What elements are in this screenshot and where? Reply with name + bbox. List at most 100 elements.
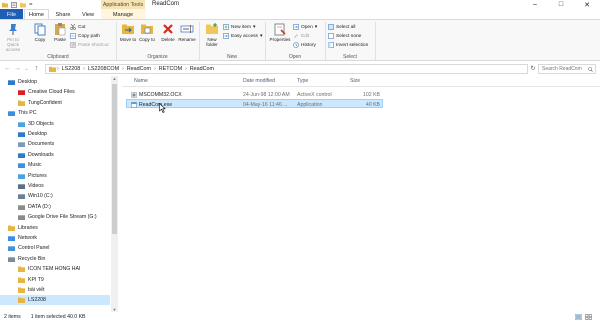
sidebar-item[interactable]: Music [0,160,110,170]
edit-icon [294,34,298,38]
sidebar-item[interactable]: Videos [0,181,110,191]
sidebar-item[interactable]: Downloads [0,150,110,160]
sidebar-item-label: Network [18,235,38,241]
recent-locations-button[interactable]: ⌄ [22,64,31,73]
new-group-label: New [226,54,237,60]
folder-icon [49,66,56,72]
sidebar-item[interactable]: Libraries [0,223,110,233]
select-all-icon [328,24,334,30]
sidebar-item[interactable]: Desktop [0,129,110,139]
close-button[interactable]: ✕ [574,0,600,9]
sidebar-item[interactable]: This PC [0,108,110,118]
quick-access-customize[interactable]: = [29,2,33,8]
easy-access-button[interactable]: Easy access ▾ [223,32,262,40]
breadcrumb-ls2208com[interactable]: LS2208COM [88,66,119,72]
file-date: 04-May-16 11:46 ... [243,101,288,108]
sidebar-item-label: ICON TEM HONG HAI [28,266,81,273]
open-group-label: Open [288,54,302,60]
copy-path-label: Copy path [78,33,100,39]
search-input[interactable]: Search ReadCom [538,64,596,74]
exe-file-icon [131,101,137,108]
sidebar-item-label: Libraries [18,224,38,231]
open-button[interactable]: Open ▾ [293,23,317,31]
maximize-button[interactable]: □ [548,0,574,9]
ocx-file-icon [131,91,137,98]
file-size: 102 KB [362,91,380,98]
paste-shortcut-label: Paste shortcut [78,42,109,48]
paste-shortcut-button[interactable]: Paste shortcut [70,41,109,49]
sidebar-item[interactable]: Documents [0,139,110,149]
desktop-icon [8,80,15,85]
column-header-size[interactable]: Size [350,76,360,86]
sidebar-item-label: Desktop [18,79,38,85]
details-view-icon[interactable] [575,314,582,320]
sidebar-item-label: Win10 (C:) [28,193,53,200]
copy-button[interactable]: Copy [30,22,50,52]
refresh-button[interactable]: ↻ [529,64,537,73]
sidebar-item[interactable]: Network [0,233,110,243]
sidebar-item[interactable]: TungConfident [0,98,110,108]
sidebar-item[interactable]: DATA (D:) [0,202,110,212]
sidebar-item[interactable]: Creative Cloud Files [0,87,110,97]
pin-quick-access-button[interactable]: Pin to Quick access [1,22,25,52]
sidebar-item[interactable]: KPI T9 [0,275,110,285]
sidebar-item[interactable]: Control Panel [0,243,110,253]
properties-icon [274,23,286,36]
history-button[interactable]: History [293,41,316,49]
select-none-button[interactable]: Select none [328,32,361,40]
paste-button[interactable]: Paste [50,22,70,52]
minimize-button[interactable]: – [522,0,548,9]
properties-icon[interactable] [11,1,17,8]
status-bar: 2 items 1 item selected 40.0 KB [0,312,600,322]
column-header-name[interactable]: Name [134,76,148,86]
sidebar-item[interactable]: Desktop [0,77,110,87]
column-header-date[interactable]: Date modified [243,76,275,86]
sidebar-item[interactable]: Google Drive File Stream (G:) [0,212,110,222]
sidebar-item[interactable]: Pictures [0,171,110,181]
sidebar-item[interactable]: Recycle Bin [0,254,110,264]
address-bar[interactable]: › LS2208 › LS2208COM › ReadCom › RETCOM … [45,64,528,74]
rename-button[interactable]: Rename [177,22,197,52]
sidebar-item[interactable]: LS2208 [0,295,110,306]
new-item-button[interactable]: New item ▾ [223,23,255,31]
delete-label: Delete [161,37,175,42]
column-header-type[interactable]: Type [297,76,308,86]
clipboard-group-label: Clipboard [47,54,69,60]
sidebar-item-label: TungConfident [28,99,62,106]
navigation-scrollbar[interactable]: ▲ ▼ [111,76,118,312]
breadcrumb-readcom[interactable]: ReadCom [127,66,151,72]
copy-to-label: Copy to [139,37,155,42]
breadcrumb-retcom[interactable]: RETCOM [159,66,182,72]
invert-selection-button[interactable]: Invert selection [328,41,368,49]
copy-to-icon [141,24,153,34]
copy-path-button[interactable]: Copy path [70,32,100,40]
cut-button[interactable]: Cut [70,23,85,31]
move-to-button[interactable]: Move to [118,22,138,52]
properties-button[interactable]: Properties [268,22,292,52]
breadcrumb-readcom-current[interactable]: ReadCom [190,66,214,72]
breadcrumb-ls2208[interactable]: LS2208 [62,66,81,72]
sidebar-item[interactable]: Win10 (C:) [0,191,110,201]
scrollbar-thumb[interactable] [112,84,117,234]
table-row[interactable]: MSCOMM32.OCX 24-Jun-98 12:00 AM ActiveX … [126,90,383,99]
sidebar-item-label: Creative Cloud Files [28,89,75,96]
copy-icon [34,23,46,36]
large-icons-view-icon[interactable] [585,314,592,320]
sidebar-item[interactable]: bài viết [0,285,110,295]
edit-button[interactable]: Edit [293,32,309,40]
forward-button[interactable]: → [13,64,22,73]
select-all-button[interactable]: Select all [328,23,355,31]
delete-x-icon [163,24,173,34]
new-folder-button[interactable]: New folder [202,22,222,52]
scroll-up-icon[interactable]: ▲ [111,76,118,81]
delete-button[interactable]: Delete [158,22,178,52]
new-folder-icon[interactable] [20,2,26,8]
up-button[interactable]: ↑ [32,64,41,73]
sidebar-item-label: Control Panel [18,245,50,252]
sidebar-item-label: This PC [18,110,37,117]
sidebar-item[interactable]: ICON TEM HONG HAI [0,264,110,274]
folder-icon [2,2,8,7]
copy-to-button[interactable]: Copy to [137,22,157,52]
back-button[interactable]: ← [3,64,12,73]
sidebar-item[interactable]: 3D Objects [0,119,110,129]
